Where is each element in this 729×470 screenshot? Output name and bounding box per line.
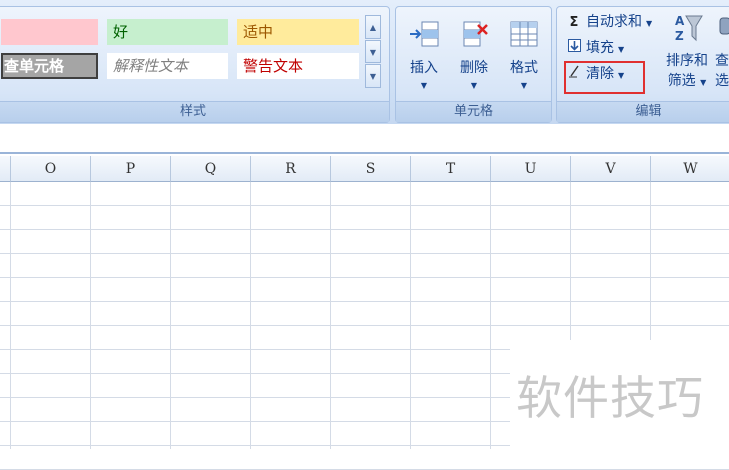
format-label: 格式 [510, 60, 538, 76]
grid-vertical-line [490, 182, 491, 449]
grid-vertical-line [170, 182, 171, 449]
grid-horizontal-line [0, 253, 729, 254]
style-neutral[interactable]: 适中 [237, 19, 359, 45]
style-check-cell[interactable]: 查单元格 [1, 53, 98, 79]
grid-horizontal-line [0, 277, 729, 278]
gallery-expand[interactable]: ▼ [365, 64, 381, 88]
style-explanatory[interactable]: 解释性文本 [107, 53, 228, 79]
grid-horizontal-line [0, 301, 729, 302]
grid-vertical-line [330, 182, 331, 449]
svg-text:A: A [675, 14, 685, 28]
column-header-p[interactable]: P [91, 156, 171, 182]
clear-highlight-box [564, 61, 645, 94]
style-bad[interactable] [1, 19, 98, 45]
styles-group: 好 适中 查单元格 解释性文本 警告文本 ▲ ▼ ▼ 样式 [0, 6, 390, 123]
find-select-button[interactable]: 查 选 [712, 12, 729, 96]
sort-filter-label-1: 排序和 [666, 53, 708, 69]
ribbon: 好 适中 查单元格 解释性文本 警告文本 ▲ ▼ ▼ 样式 插入 ▼ 删除 ▼ … [0, 0, 729, 125]
insert-label: 插入 [410, 60, 438, 76]
delete-button[interactable]: 删除 ▼ [452, 19, 496, 103]
styles-group-label: 样式 [0, 101, 389, 122]
sigma-icon: Σ [569, 15, 579, 30]
format-dropdown-icon: ▼ [520, 81, 528, 90]
column-header-q[interactable]: Q [171, 156, 251, 182]
sort-filter-dropdown-icon: ▼ [700, 78, 707, 87]
fill-dropdown-icon: ▼ [618, 45, 625, 54]
column-header-partial[interactable] [0, 156, 11, 182]
insert-dropdown-icon: ▼ [420, 81, 428, 90]
autosum-label: 自动求和 [586, 14, 642, 30]
column-header-t[interactable]: T [411, 156, 491, 182]
format-button[interactable]: 格式 ▼ [502, 19, 546, 103]
sort-filter-icon: A Z [675, 14, 703, 43]
watermark-text: 软件技巧 [516, 371, 704, 425]
column-header-o[interactable]: O [11, 156, 91, 182]
svg-text:Z: Z [675, 29, 684, 43]
insert-icon [410, 21, 439, 47]
fill-label: 填充 [586, 40, 614, 56]
grid-vertical-line [90, 182, 91, 449]
sort-filter-button[interactable]: A Z 排序和 筛选 ▼ [662, 12, 712, 96]
delete-dropdown-icon: ▼ [470, 81, 478, 90]
find-label-2: 选 [715, 73, 729, 89]
find-label-1: 查 [715, 53, 729, 69]
column-header-v[interactable]: V [571, 156, 651, 182]
sort-filter-row2: 筛选 ▼ [662, 70, 712, 90]
style-good[interactable]: 好 [107, 19, 228, 45]
grid-vertical-line [250, 182, 251, 449]
grid-vertical-line [10, 182, 11, 449]
fill-button[interactable]: 填充 ▼ [566, 37, 624, 59]
grid-horizontal-line [0, 229, 729, 230]
grid-horizontal-line [0, 325, 729, 326]
insert-button[interactable]: 插入 ▼ [402, 19, 446, 103]
grid-horizontal-line [0, 205, 729, 206]
formula-bar-area [0, 124, 729, 156]
delete-icon [463, 21, 488, 47]
column-header-w[interactable]: W [651, 156, 729, 182]
autosum-dropdown-icon: ▼ [646, 19, 653, 28]
sort-filter-label-2: 筛选 [667, 73, 696, 89]
gallery-scroll-down[interactable]: ▼ [365, 40, 381, 63]
delete-label: 删除 [460, 60, 488, 76]
binoculars-icon [719, 17, 729, 35]
cells-group-label: 单元格 [396, 101, 551, 122]
editing-group-label: 编辑 [557, 101, 729, 122]
gallery-scroll-up[interactable]: ▲ [365, 15, 381, 39]
column-header-s[interactable]: S [331, 156, 411, 182]
style-warning[interactable]: 警告文本 [237, 53, 359, 79]
cells-group: 插入 ▼ 删除 ▼ 格式 ▼ 单元格 [395, 6, 552, 123]
column-header-r[interactable]: R [251, 156, 331, 182]
fill-down-icon [566, 38, 582, 60]
separator-line [0, 152, 729, 154]
column-header-u[interactable]: U [491, 156, 571, 182]
format-icon [510, 21, 538, 47]
grid-vertical-line [410, 182, 411, 449]
autosum-button[interactable]: Σ 自动求和 ▼ [566, 11, 653, 33]
